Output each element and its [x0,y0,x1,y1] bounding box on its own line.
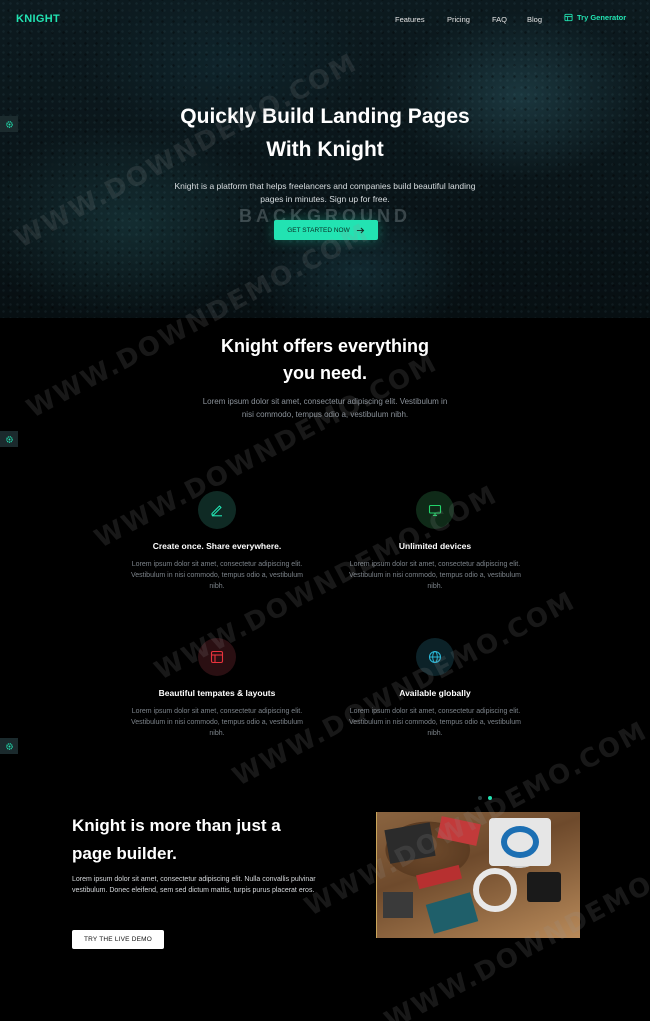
live-demo-button[interactable]: TRY THE LIVE DEMO [72,930,164,949]
feature-title: Unlimited devices [398,541,472,551]
features-section-subtitle: Lorem ipsum dolor sit amet, consectetur … [202,397,448,419]
photo-object [425,892,479,934]
brand-logo[interactable]: KNIGHT [16,13,60,25]
feature-text: Lorem ipsum dolor sit amet, consectetur … [349,708,521,737]
photo-object [384,822,436,864]
about-title-line2: page builder. [72,844,177,863]
photo-object [437,816,481,846]
photo-object [501,826,539,858]
feature-card: Beautiful tempates & layouts Lorem ipsum… [117,638,317,739]
feature-card: Create once. Share everywhere. Lorem ips… [117,491,317,592]
generator-icon [564,13,573,22]
feature-title: Create once. Share everywhere. [152,541,282,551]
carousel-dots [478,796,492,800]
hero-title-line2: With Knight [266,138,384,161]
get-started-label: GET STARTED NOW [287,226,350,234]
features-title-line2: you need. [282,363,367,383]
feature-title: Beautiful tempates & layouts [158,688,276,698]
feature-icon-circle [198,491,236,529]
feature-icon-circle [416,491,454,529]
carousel-dot-active[interactable] [488,796,492,800]
nav-link-pricing[interactable]: Pricing [447,15,470,24]
photo-object [473,868,517,912]
top-navbar: KNIGHT Features Pricing FAQ Blog Try Gen… [0,0,650,38]
about-photo [376,812,580,938]
carousel-dot[interactable] [478,796,482,800]
feature-title: Available globally [399,688,471,698]
features-title-line1: Knight offers everything [220,336,430,356]
try-generator-link[interactable]: Try Generator [564,13,626,22]
feature-card: Available globally Lorem ipsum dolor sit… [335,638,535,739]
about-title: Knight is more than just a page builder. [72,812,342,868]
settings-gear-toggle[interactable] [0,738,18,754]
about-text: Lorem ipsum dolor sit amet, consectetur … [72,876,316,894]
feature-text: Lorem ipsum dolor sit amet, consectetur … [131,561,303,590]
about-title-line1: Knight is more than just a [72,816,281,835]
pencil-icon [211,505,222,517]
hero-title-line1: Quickly Build Landing Pages [180,105,470,128]
hero-subtitle: Knight is a platform that helps freelanc… [174,181,476,204]
try-generator-label: Try Generator [577,13,627,22]
nav-link-features[interactable]: Features [395,15,425,24]
nav-link-faq[interactable]: FAQ [492,15,507,24]
settings-gear-toggle[interactable] [0,116,18,132]
get-started-button[interactable]: GET STARTED NOW [274,220,378,240]
feature-card: Unlimited devices Lorem ipsum dolor sit … [335,491,535,592]
gear-icon [5,742,13,750]
photo-object [415,864,463,890]
gear-icon [5,120,13,128]
feature-text: Lorem ipsum dolor sit amet, consectetur … [349,561,521,590]
nav-link-blog[interactable]: Blog [527,15,542,24]
monitor-icon [428,504,442,517]
hero-title: Quickly Build Landing Pages With Knight [0,100,650,166]
arrow-right-icon [356,227,364,233]
photo-object [383,892,413,918]
feature-text: Lorem ipsum dolor sit amet, consectetur … [131,708,303,737]
globe-icon [428,650,442,664]
layout-icon [210,650,224,664]
settings-gear-toggle[interactable] [0,431,18,447]
features-section-title: Knight offers everything you need. [0,333,650,387]
gear-icon [5,435,13,443]
feature-icon-circle [198,638,236,676]
photo-object [527,872,561,902]
feature-icon-circle [416,638,454,676]
